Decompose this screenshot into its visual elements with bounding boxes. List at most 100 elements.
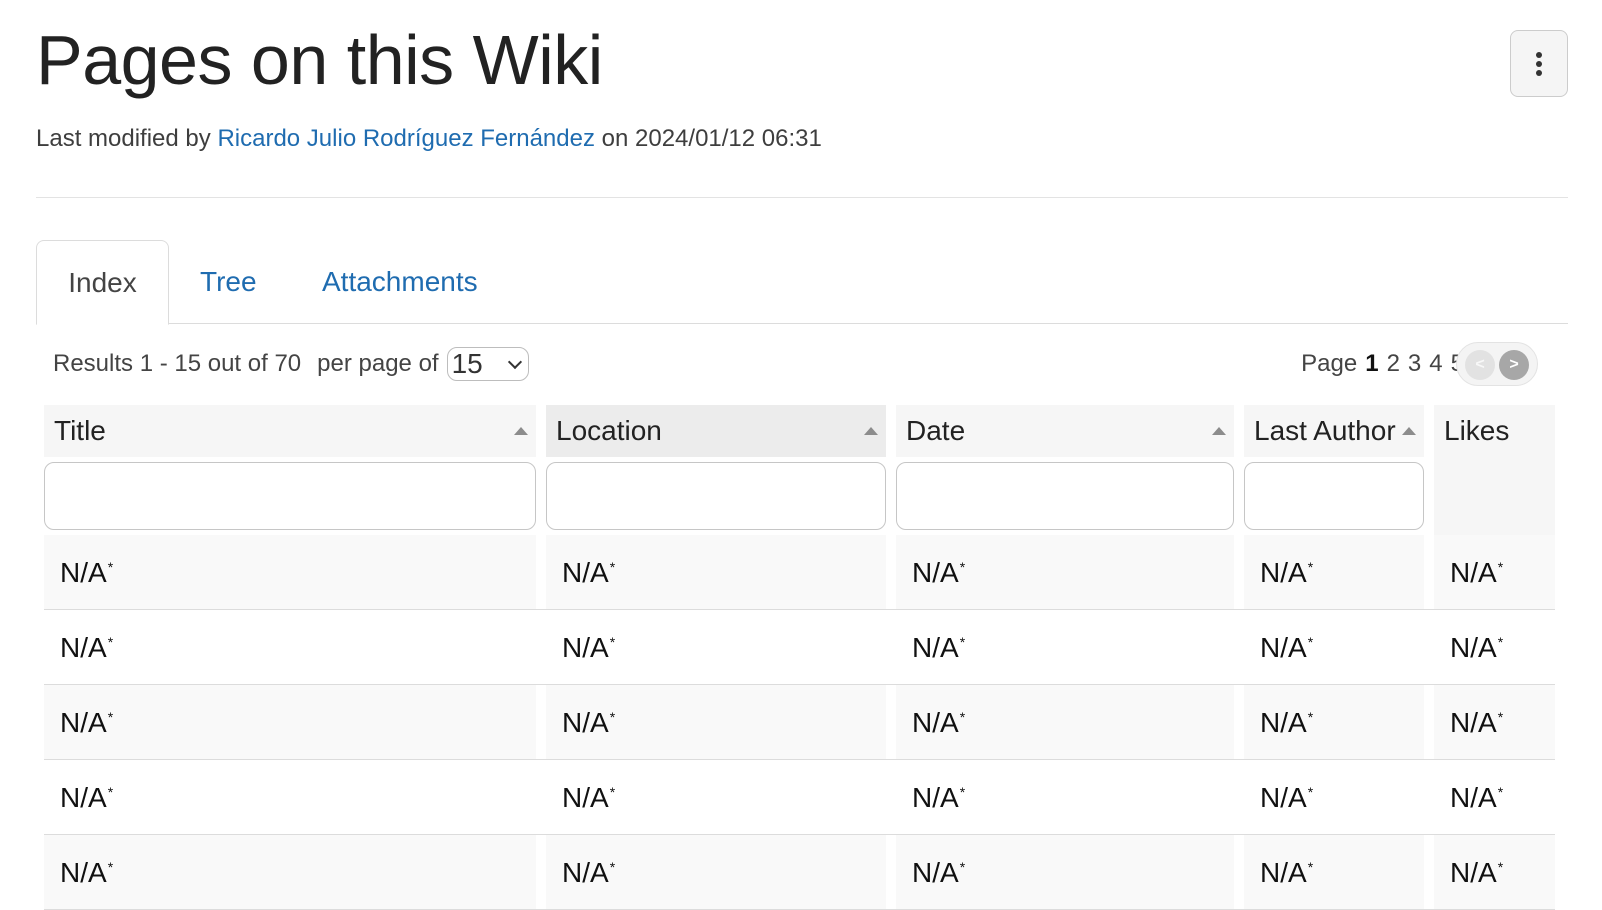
cell-value: N/A bbox=[912, 706, 959, 738]
cell-marker: * bbox=[107, 558, 114, 575]
vertical-dots-icon bbox=[1536, 51, 1542, 76]
cell-value: N/A bbox=[60, 706, 107, 738]
cell-date: N/A * bbox=[896, 835, 1234, 910]
results-count: Results 1 - 15 out of 70 bbox=[53, 350, 302, 377]
tab-attachments[interactable]: Attachments bbox=[322, 240, 478, 324]
cell-marker: * bbox=[1307, 708, 1314, 725]
cell-marker: * bbox=[1307, 558, 1314, 575]
per-page-label: per page of bbox=[317, 350, 439, 377]
cell-marker: * bbox=[1497, 858, 1504, 875]
cell-date: N/A * bbox=[896, 685, 1234, 760]
table-row: N/A * N/A * N/A * N/A * N/A * bbox=[44, 760, 1555, 835]
cell-date: N/A * bbox=[896, 535, 1234, 610]
cell-value: N/A bbox=[1450, 706, 1497, 738]
next-page-button[interactable]: > bbox=[1499, 350, 1529, 380]
page-link-4[interactable]: 4 bbox=[1429, 350, 1442, 378]
column-header-label: Title bbox=[54, 415, 106, 446]
cell-last-author: N/A * bbox=[1244, 835, 1424, 910]
cell-title: N/A * bbox=[44, 610, 536, 685]
cell-date: N/A * bbox=[896, 760, 1234, 835]
location-filter-input[interactable] bbox=[546, 462, 886, 530]
cell-location: N/A * bbox=[546, 685, 886, 760]
cell-value: N/A bbox=[912, 556, 959, 588]
column-header-label: Likes bbox=[1444, 415, 1510, 446]
per-page-select[interactable]: 15 bbox=[446, 347, 529, 381]
title-filter-input[interactable] bbox=[44, 462, 536, 530]
previous-page-button[interactable]: < bbox=[1465, 350, 1495, 380]
date-filter-input[interactable] bbox=[896, 462, 1234, 530]
cell-marker: * bbox=[1497, 708, 1504, 725]
cell-marker: * bbox=[609, 858, 616, 875]
column-header-location[interactable]: Location bbox=[546, 405, 886, 457]
sort-up-icon bbox=[1212, 427, 1226, 435]
cell-likes: N/A * bbox=[1434, 535, 1555, 610]
cell-value: N/A bbox=[1450, 856, 1497, 888]
cell-location: N/A * bbox=[546, 760, 886, 835]
cell-marker: * bbox=[107, 783, 114, 800]
chevron-down-icon bbox=[507, 354, 522, 369]
cell-marker: * bbox=[107, 708, 114, 725]
cell-marker: * bbox=[609, 633, 616, 650]
cell-likes: N/A * bbox=[1434, 760, 1555, 835]
author-link[interactable]: Ricardo Julio Rodríguez Fernández bbox=[217, 125, 595, 152]
cell-value: N/A bbox=[1260, 556, 1307, 588]
column-header-label: Location bbox=[556, 415, 662, 446]
pagination: Page 1 2 3 4 5 bbox=[1301, 346, 1464, 382]
cell-marker: * bbox=[959, 858, 966, 875]
cell-title: N/A * bbox=[44, 760, 536, 835]
sort-up-icon bbox=[864, 427, 878, 435]
cell-value: N/A bbox=[562, 556, 609, 588]
column-header-label: Last Author bbox=[1254, 415, 1396, 446]
more-actions-button[interactable] bbox=[1510, 30, 1568, 97]
cell-value: N/A bbox=[60, 856, 107, 888]
cell-marker: * bbox=[959, 783, 966, 800]
cell-last-author: N/A * bbox=[1244, 685, 1424, 760]
cell-likes: N/A * bbox=[1434, 610, 1555, 685]
column-header-title[interactable]: Title bbox=[44, 405, 536, 457]
cell-value: N/A bbox=[1260, 706, 1307, 738]
cell-marker: * bbox=[1497, 783, 1504, 800]
cell-value: N/A bbox=[1450, 781, 1497, 813]
table-row: N/A * N/A * N/A * N/A * N/A * bbox=[44, 835, 1555, 910]
cell-value: N/A bbox=[912, 856, 959, 888]
column-header-last-author[interactable]: Last Author bbox=[1244, 405, 1424, 457]
cell-marker: * bbox=[107, 633, 114, 650]
tab-tree[interactable]: Tree bbox=[200, 240, 257, 324]
cell-marker: * bbox=[1497, 633, 1504, 650]
cell-value: N/A bbox=[60, 556, 107, 588]
pagination-nav: < > bbox=[1456, 342, 1538, 386]
cell-marker: * bbox=[1307, 858, 1314, 875]
cell-value: N/A bbox=[912, 781, 959, 813]
cell-value: N/A bbox=[562, 781, 609, 813]
last-modified-info: Last modified by Ricardo Julio Rodríguez… bbox=[36, 124, 822, 154]
cell-marker: * bbox=[609, 708, 616, 725]
cell-date: N/A * bbox=[896, 610, 1234, 685]
cell-value: N/A bbox=[1260, 631, 1307, 663]
wiki-index-page: Pages on this Wiki Last modified by Rica… bbox=[0, 0, 1602, 910]
results-toolbar: Results 1 - 15 out of 70 per page of 15 bbox=[53, 346, 529, 382]
page-link-1[interactable]: 1 bbox=[1365, 350, 1378, 378]
cell-value: N/A bbox=[1260, 781, 1307, 813]
likes-filter-empty bbox=[1434, 457, 1555, 535]
table-row: N/A * N/A * N/A * N/A * N/A * bbox=[44, 685, 1555, 760]
cell-value: N/A bbox=[1450, 556, 1497, 588]
last-author-filter-input[interactable] bbox=[1244, 462, 1424, 530]
cell-marker: * bbox=[1497, 558, 1504, 575]
tab-index[interactable]: Index bbox=[36, 240, 169, 325]
cell-marker: * bbox=[959, 558, 966, 575]
cell-value: N/A bbox=[60, 781, 107, 813]
cell-title: N/A * bbox=[44, 835, 536, 910]
last-modified-prefix: Last modified by bbox=[36, 125, 211, 152]
cell-likes: N/A * bbox=[1434, 685, 1555, 760]
column-header-label: Date bbox=[906, 415, 966, 446]
page-link-2[interactable]: 2 bbox=[1387, 350, 1400, 378]
table-row: N/A * N/A * N/A * N/A * N/A * bbox=[44, 610, 1555, 685]
cell-title: N/A * bbox=[44, 685, 536, 760]
cell-marker: * bbox=[107, 858, 114, 875]
column-header-likes: Likes bbox=[1434, 405, 1555, 457]
column-header-date[interactable]: Date bbox=[896, 405, 1234, 457]
sort-up-icon bbox=[1402, 427, 1416, 435]
cell-last-author: N/A * bbox=[1244, 760, 1424, 835]
page-link-3[interactable]: 3 bbox=[1408, 350, 1421, 378]
table-row: N/A * N/A * N/A * N/A * N/A * bbox=[44, 535, 1555, 610]
